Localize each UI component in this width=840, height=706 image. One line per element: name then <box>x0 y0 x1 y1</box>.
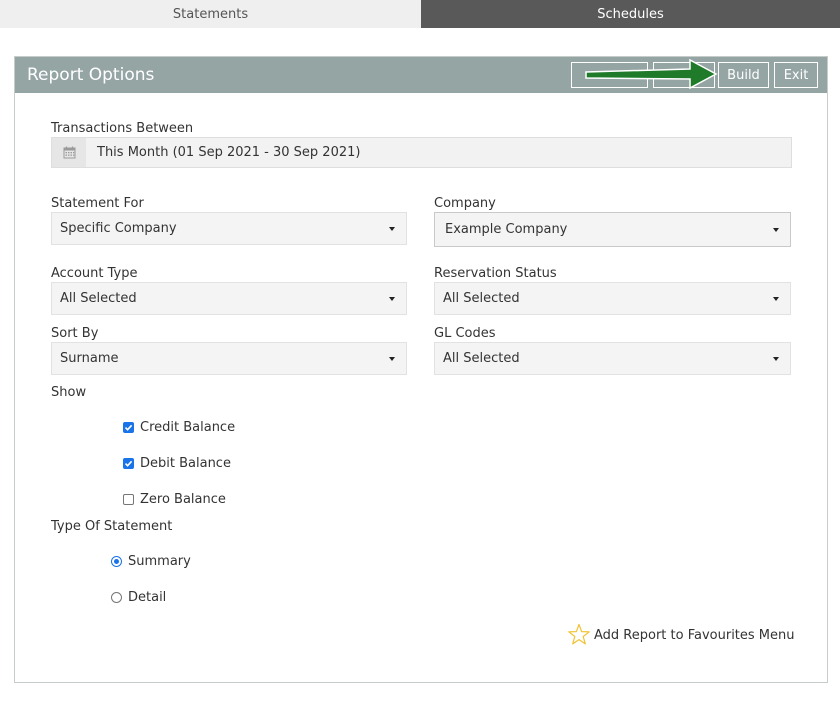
transactions-between-label: Transactions Between <box>51 121 194 136</box>
panel-header: Report Options Build Exit <box>15 57 827 93</box>
radio-selected-icon <box>111 556 122 567</box>
summary-radio[interactable]: Summary <box>111 554 191 569</box>
account-type-select[interactable]: All Selected <box>51 282 407 315</box>
report-options-panel: Report Options Build Exit Transactions B… <box>14 56 828 683</box>
account-type-label: Account Type <box>51 266 138 281</box>
tab-schedules[interactable]: Schedules <box>421 0 840 28</box>
company-value: Example Company <box>445 222 568 237</box>
add-to-favourites-link[interactable]: Add Report to Favourites Menu <box>567 623 795 647</box>
summary-label: Summary <box>128 554 191 569</box>
debit-balance-label: Debit Balance <box>140 456 231 471</box>
type-of-statement-label: Type Of Statement <box>51 519 173 534</box>
date-range-value: This Month (01 Sep 2021 - 30 Sep 2021) <box>97 145 361 160</box>
pointer-arrow-icon <box>585 58 718 90</box>
chevron-down-icon <box>773 357 779 361</box>
company-label: Company <box>434 196 496 211</box>
add-to-favourites-label: Add Report to Favourites Menu <box>594 627 795 643</box>
show-label: Show <box>51 385 87 400</box>
statement-for-value: Specific Company <box>60 221 177 236</box>
detail-label: Detail <box>128 590 167 605</box>
credit-balance-checkbox[interactable]: Credit Balance <box>123 420 235 435</box>
detail-radio[interactable]: Detail <box>111 590 166 605</box>
account-type-value: All Selected <box>60 291 137 306</box>
chevron-down-icon <box>389 227 395 231</box>
chevron-down-icon <box>773 228 779 232</box>
chevron-down-icon <box>389 357 395 361</box>
company-select[interactable]: Example Company <box>434 212 791 247</box>
date-range-field[interactable]: This Month (01 Sep 2021 - 30 Sep 2021) <box>51 137 792 168</box>
gl-codes-select[interactable]: All Selected <box>434 342 791 375</box>
statement-for-select[interactable]: Specific Company <box>51 212 407 245</box>
gl-codes-value: All Selected <box>443 351 520 366</box>
chevron-down-icon <box>773 297 779 301</box>
star-icon <box>568 623 590 645</box>
debit-balance-checkbox[interactable]: Debit Balance <box>123 456 231 471</box>
gl-codes-label: GL Codes <box>434 326 496 341</box>
exit-button[interactable]: Exit <box>774 62 818 88</box>
panel-title: Report Options <box>27 65 155 85</box>
reservation-status-label: Reservation Status <box>434 266 557 281</box>
radio-unselected-icon <box>111 592 122 603</box>
tab-statements[interactable]: Statements <box>0 0 421 28</box>
checkbox-checked-icon <box>123 422 134 433</box>
report-tabs: Statements Schedules <box>0 0 840 28</box>
credit-balance-label: Credit Balance <box>140 420 236 435</box>
chevron-down-icon <box>389 297 395 301</box>
checkbox-unchecked-icon <box>123 494 134 505</box>
reservation-status-select[interactable]: All Selected <box>434 282 791 315</box>
checkbox-checked-icon <box>123 458 134 469</box>
statement-for-label: Statement For <box>51 196 144 211</box>
zero-balance-label: Zero Balance <box>140 492 226 507</box>
reservation-status-value: All Selected <box>443 291 520 306</box>
sort-by-select[interactable]: Surname <box>51 342 407 375</box>
zero-balance-checkbox[interactable]: Zero Balance <box>123 492 226 507</box>
sort-by-value: Surname <box>60 351 119 366</box>
sort-by-label: Sort By <box>51 326 99 341</box>
calendar-icon[interactable] <box>52 138 86 167</box>
